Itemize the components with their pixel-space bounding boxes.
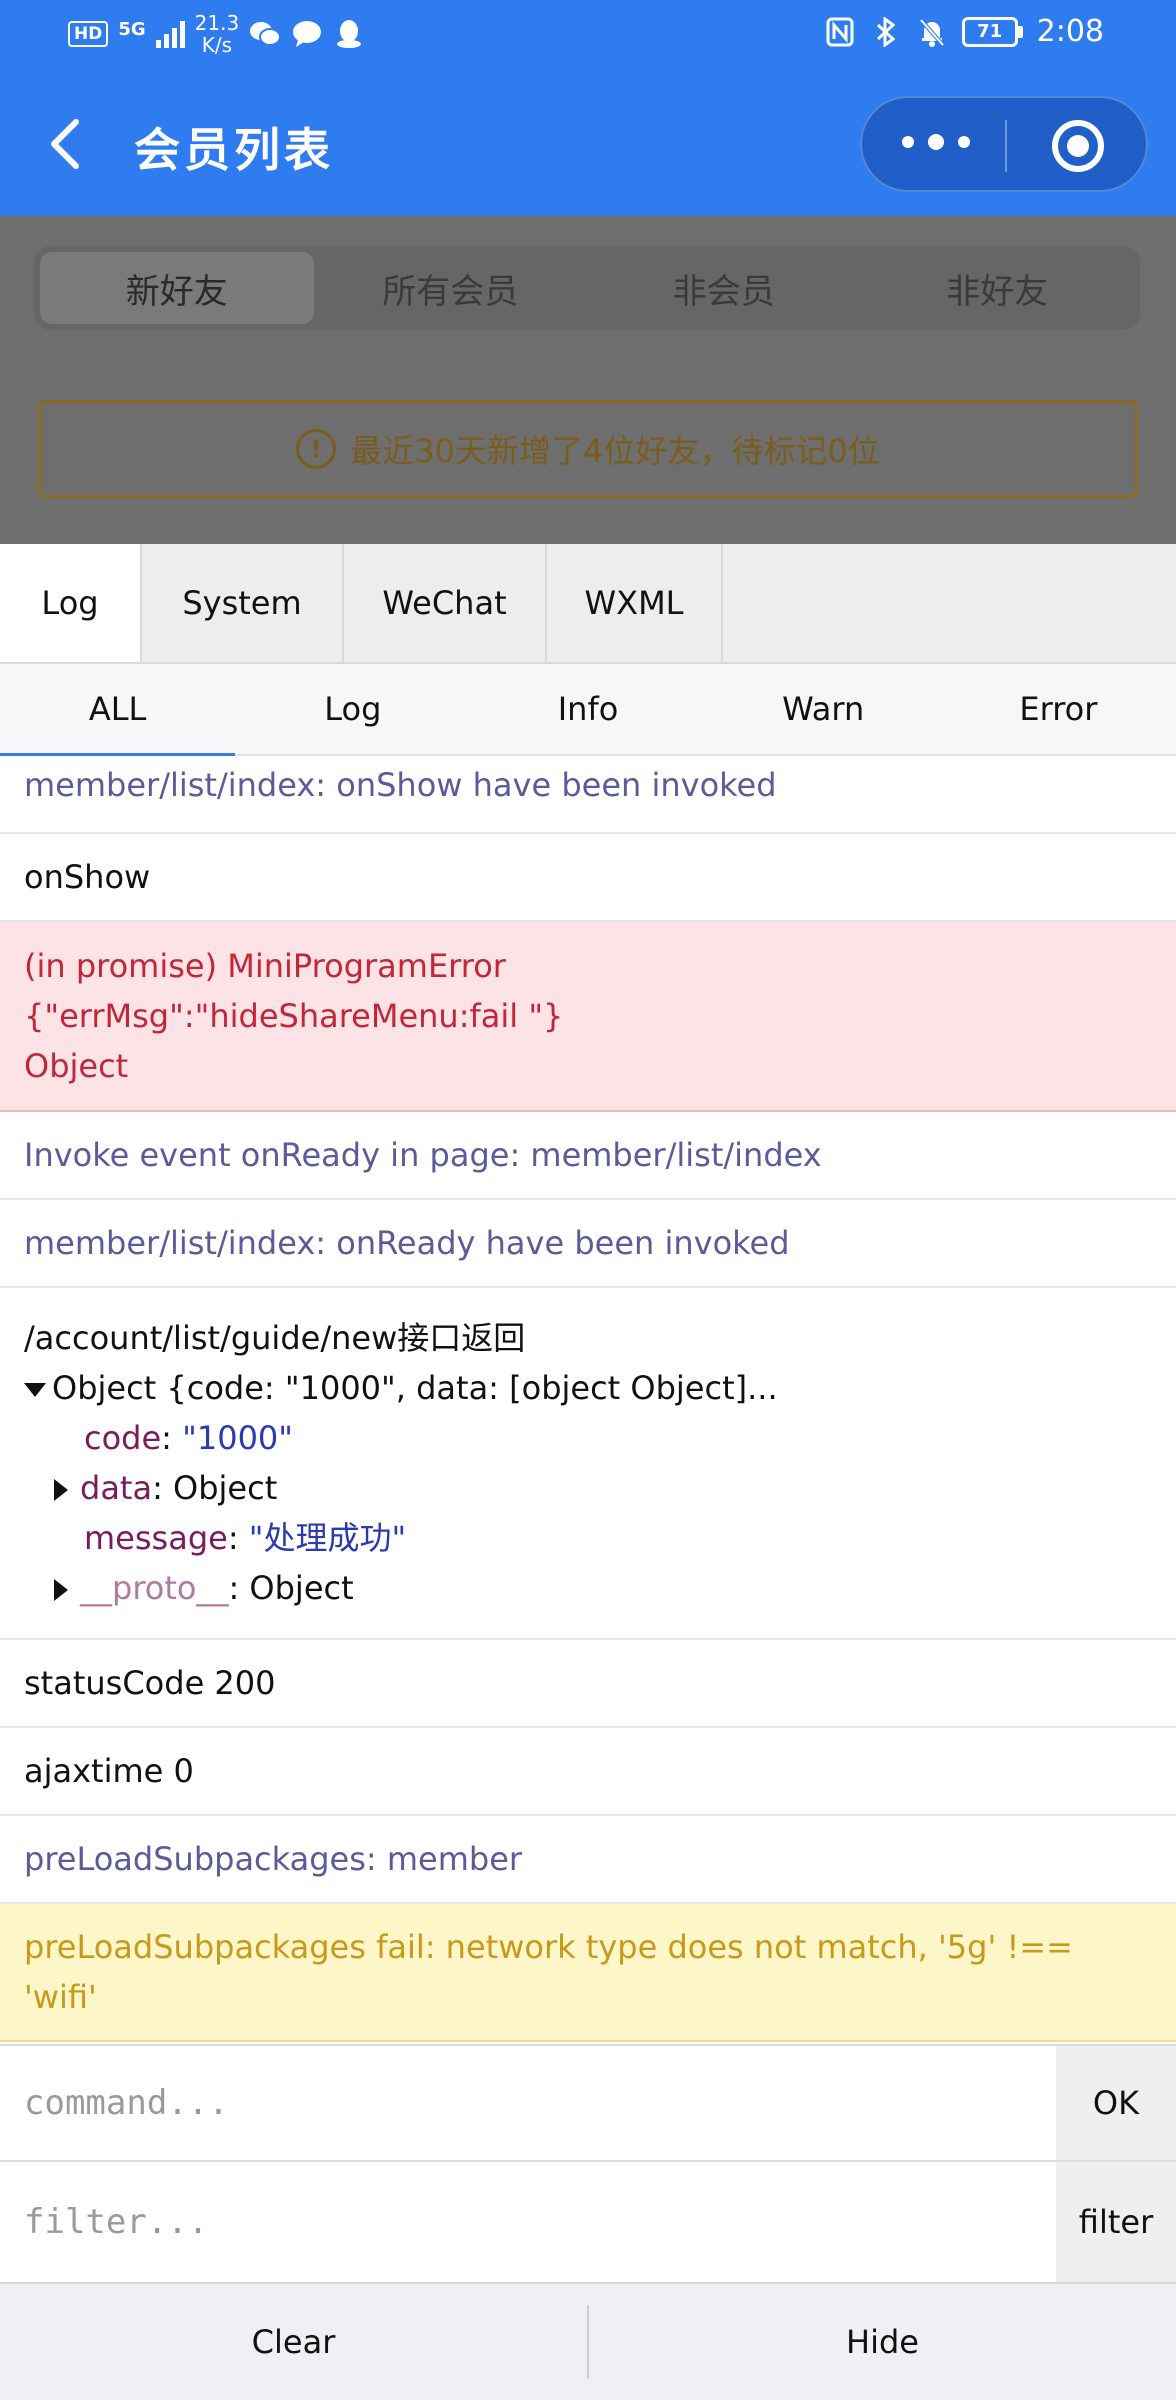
log-entry-object: /account/list/guide/new接口返回 Object {code…: [0, 1288, 1176, 1640]
log-text: member/list/index: onShow have been invo…: [24, 766, 777, 804]
filter-bar: filter... filter: [0, 2160, 1176, 2282]
warn-entry: preLoadSubpackages fail: network type do…: [0, 1904, 1176, 2042]
log-text: statusCode 200: [24, 1664, 276, 1702]
hide-button[interactable]: Hide: [589, 2323, 1176, 2361]
warn-text: 'wifi': [24, 1978, 97, 2016]
battery-level: 71: [961, 16, 1018, 47]
log-entry: member/list/index: onShow have been invo…: [0, 756, 1176, 834]
log-text: ajaxtime 0: [24, 1752, 194, 1790]
segment-control: 新好友 所有会员 非会员 非好友: [34, 246, 1140, 330]
net-speed: 21.3 K/s: [195, 12, 240, 56]
network-type: 5G: [118, 18, 146, 40]
bluetooth-icon: [870, 16, 902, 48]
mini-program-capsule: [860, 96, 1148, 192]
error-text: {"errMsg":"hideShareMenu:fail "}: [24, 997, 564, 1035]
prop-key: code: [84, 1419, 162, 1457]
warn-text: preLoadSubpackages fail: network type do…: [24, 1928, 1073, 1966]
caret-right-icon[interactable]: [54, 1579, 68, 1601]
prop-value: "1000": [182, 1419, 293, 1457]
caret-down-icon[interactable]: [24, 1383, 46, 1397]
back-button[interactable]: [42, 114, 92, 174]
signal-icon: [155, 20, 185, 48]
net-speed-value: 21.3: [194, 11, 240, 35]
page-content-dimmed: 新好友 所有会员 非会员 非好友 ! 最近30天新增了4位好友，待标记0位: [0, 216, 1176, 544]
hd-badge: HD: [68, 21, 109, 47]
log-text: preLoadSubpackages: member: [24, 1840, 523, 1878]
tab-wxml[interactable]: WXML: [547, 544, 723, 662]
log-text: Invoke event onReady in page: member/lis…: [24, 1136, 822, 1174]
chevron-left-icon: [51, 119, 79, 169]
log-text: /account/list/guide/new接口返回: [24, 1319, 526, 1357]
ok-button[interactable]: OK: [1056, 2046, 1176, 2160]
error-text: (in promise) MiniProgramError: [24, 947, 506, 985]
subtab-log[interactable]: Log: [235, 664, 470, 754]
prop-key: data: [80, 1469, 153, 1507]
object-prop-data[interactable]: data: Object: [24, 1463, 1152, 1513]
message-icon: [291, 18, 323, 50]
log-entry: member/list/index: onReady have been inv…: [0, 1200, 1176, 1288]
console-footer: Clear Hide: [0, 2282, 1176, 2400]
tab-system[interactable]: System: [142, 544, 344, 662]
page-title: 会员列表: [134, 123, 334, 177]
segment-non-friends[interactable]: 非好友: [861, 252, 1135, 324]
log-text: onShow: [24, 858, 151, 896]
notice-banner: ! 最近30天新增了4位好友，待标记0位: [38, 400, 1138, 498]
subtab-warn[interactable]: Warn: [706, 664, 941, 754]
close-target-icon[interactable]: [1052, 120, 1104, 172]
capsule-divider: [1005, 120, 1007, 172]
object-summary: Object {code: "1000", data: [object Obje…: [52, 1369, 778, 1407]
command-input[interactable]: command...: [0, 2046, 1056, 2160]
battery-icon: 71: [961, 16, 1023, 47]
notice-text: 最近30天新增了4位好友，待标记0位: [350, 432, 880, 470]
tab-log[interactable]: Log: [0, 544, 142, 662]
filter-input[interactable]: filter...: [0, 2162, 1056, 2282]
prop-key: __proto__: [80, 1569, 229, 1607]
vconsole-panel: Log System WeChat WXML ALL Log Info Warn…: [0, 544, 1176, 2400]
mute-bell-icon: [916, 16, 948, 48]
prop-value: Object: [173, 1469, 278, 1507]
caret-right-icon[interactable]: [54, 1479, 68, 1501]
log-entry: preLoadSubpackages: member: [0, 1816, 1176, 1904]
wechat-icon: [249, 18, 282, 50]
log-list: member/list/index: onShow have been invo…: [0, 756, 1176, 2042]
object-prop-proto[interactable]: __proto__: Object: [24, 1563, 1152, 1613]
info-circle-icon: !: [296, 429, 337, 469]
command-bar: command... OK: [0, 2044, 1176, 2160]
qq-icon: [333, 18, 365, 50]
log-text: member/list/index: onReady have been inv…: [24, 1224, 790, 1262]
object-prop-message: message: "处理成功": [84, 1519, 407, 1557]
clock: 2:08: [1036, 14, 1104, 49]
status-bar: HD 5G 21.3 K/s 71 2:08: [0, 0, 1176, 70]
log-entry: Invoke event onReady in page: member/lis…: [0, 1112, 1176, 1200]
nfc-icon: [824, 16, 856, 48]
nav-bar: 会员列表: [0, 90, 1176, 200]
segment-all-members[interactable]: 所有会员: [314, 252, 588, 324]
segment-non-members[interactable]: 非会员: [587, 252, 861, 324]
net-speed-unit: K/s: [201, 33, 233, 57]
log-entry: ajaxtime 0: [0, 1728, 1176, 1816]
console-tabs: Log System WeChat WXML: [0, 544, 1176, 664]
top-bar: HD 5G 21.3 K/s 71 2:08 会员列表: [0, 0, 1176, 216]
prop-value: Object: [249, 1569, 354, 1607]
prop-value: "处理成功": [248, 1519, 407, 1557]
more-menu-icon[interactable]: [902, 134, 970, 150]
log-level-tabs: ALL Log Info Warn Error: [0, 664, 1176, 756]
log-entry: statusCode 200: [0, 1640, 1176, 1728]
object-prop-code: code: "1000": [84, 1419, 293, 1457]
segment-new-friends[interactable]: 新好友: [40, 252, 314, 324]
tab-wechat[interactable]: WeChat: [344, 544, 547, 662]
error-entry: (in promise) MiniProgramError {"errMsg":…: [0, 922, 1176, 1112]
clear-button[interactable]: Clear: [0, 2323, 587, 2361]
subtab-info[interactable]: Info: [470, 664, 705, 754]
filter-button[interactable]: filter: [1056, 2162, 1176, 2282]
subtab-error[interactable]: Error: [941, 664, 1176, 754]
object-tree-root[interactable]: Object {code: "1000", data: [object Obje…: [24, 1363, 1152, 1413]
subtab-all[interactable]: ALL: [0, 664, 236, 756]
log-entry: onShow: [0, 834, 1176, 922]
prop-key: message: [84, 1519, 228, 1557]
error-text: Object: [24, 1047, 129, 1085]
